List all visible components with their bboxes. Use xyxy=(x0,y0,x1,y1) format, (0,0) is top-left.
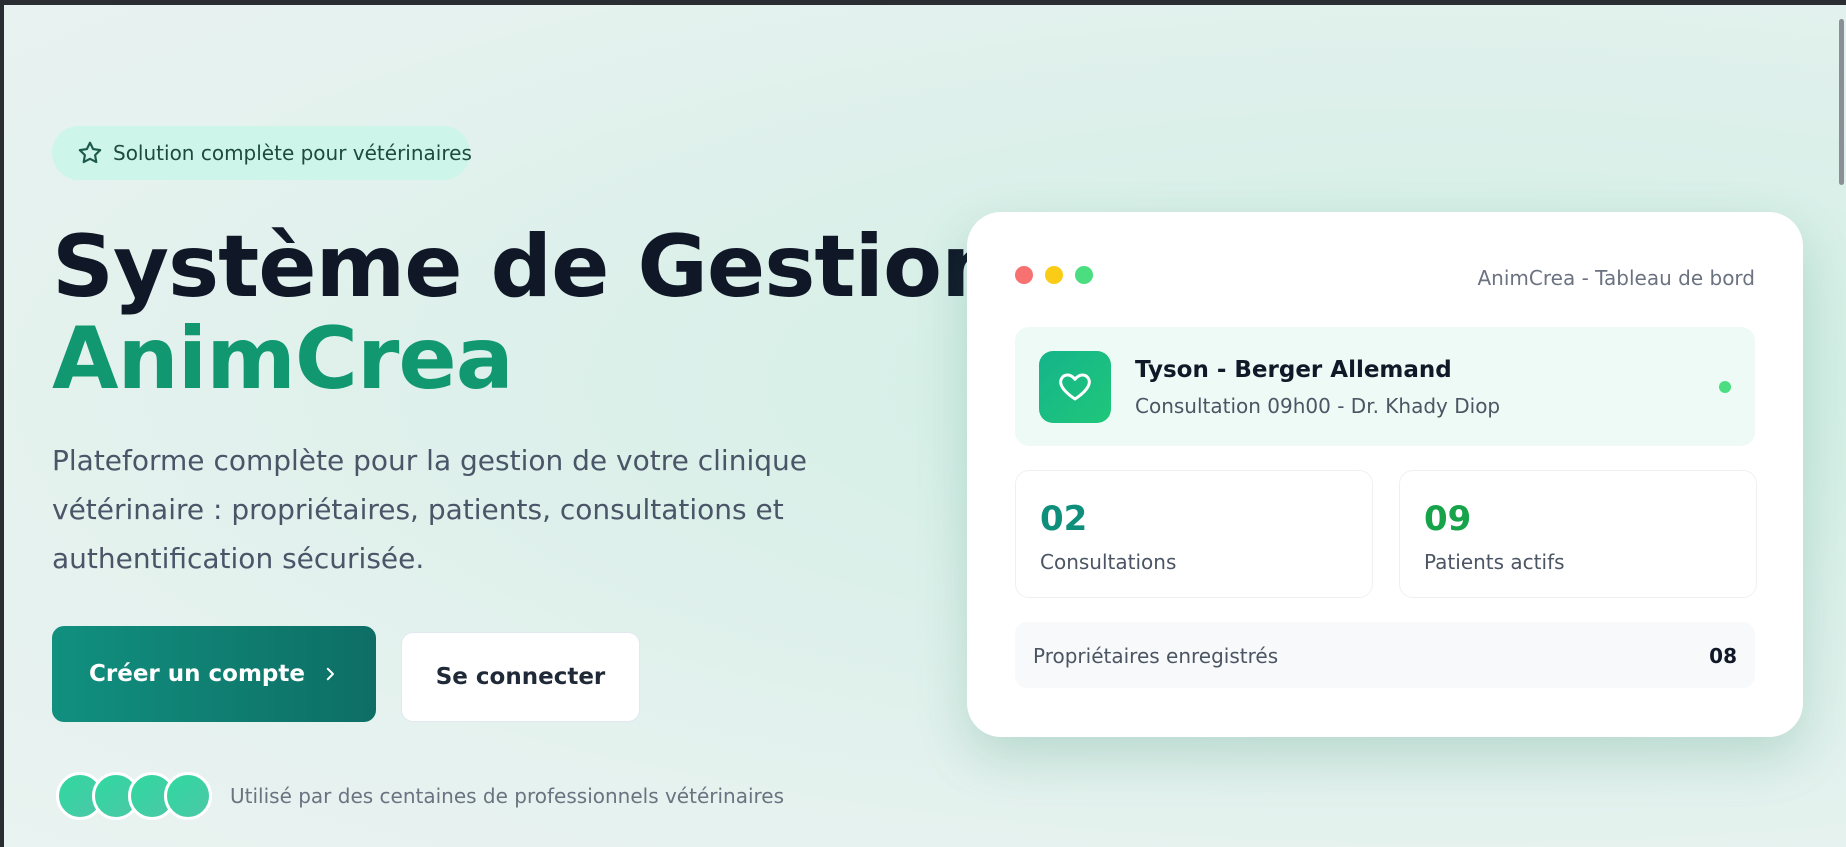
dashboard-preview-card: AnimCrea - Tableau de bord Tyson - Berge… xyxy=(967,212,1803,737)
window-controls xyxy=(1015,266,1093,284)
create-account-label: Créer un compte xyxy=(89,661,305,687)
window-title: AnimCrea - Tableau de bord xyxy=(1477,266,1756,290)
stat-label: Consultations xyxy=(1040,550,1177,574)
avatar xyxy=(164,772,212,820)
owners-row: Propriétaires enregistrés 08 xyxy=(1015,622,1755,688)
scrollbar[interactable] xyxy=(1834,5,1846,847)
social-proof-text: Utilisé par des centaines de professionn… xyxy=(230,784,785,808)
scrollbar-thumb[interactable] xyxy=(1839,19,1844,185)
badge-text: Solution complète pour vétérinaires xyxy=(113,141,472,165)
page-background: Solution complète pour vétérinaires Syst… xyxy=(4,5,1846,847)
owners-count: 08 xyxy=(1709,644,1737,668)
patient-name: Tyson - Berger Allemand xyxy=(1135,357,1452,383)
patient-details: Consultation 09h00 - Dr. Khady Diop xyxy=(1135,394,1501,418)
star-icon xyxy=(77,140,103,166)
hero-title-brand: AnimCrea xyxy=(52,309,514,409)
stat-value: 02 xyxy=(1040,499,1088,539)
hero-badge: Solution complète pour vétérinaires xyxy=(52,126,472,180)
avatar-group xyxy=(56,772,216,820)
window-dot-green xyxy=(1075,266,1093,284)
status-indicator xyxy=(1719,381,1731,393)
stat-value: 09 xyxy=(1424,499,1472,539)
hero-title-line1: Système de Gestion xyxy=(52,217,1002,317)
hero-description: Plateforme complète pour la gestion de v… xyxy=(52,444,807,575)
stat-active-patients: 09 Patients actifs xyxy=(1399,470,1757,598)
stat-consultations: 02 Consultations xyxy=(1015,470,1373,598)
owners-label: Propriétaires enregistrés xyxy=(1033,644,1279,668)
stat-label: Patients actifs xyxy=(1424,550,1565,574)
create-account-button[interactable]: Créer un compte xyxy=(52,626,376,722)
login-button[interactable]: Se connecter xyxy=(401,632,640,722)
chevron-right-icon xyxy=(321,665,339,683)
hero-title: Système de Gestion AnimCrea xyxy=(52,217,1002,409)
heart-icon xyxy=(1039,351,1111,423)
window-dot-yellow xyxy=(1045,266,1063,284)
window-dot-red xyxy=(1015,266,1033,284)
patient-entry: Tyson - Berger Allemand Consultation 09h… xyxy=(1015,327,1755,446)
